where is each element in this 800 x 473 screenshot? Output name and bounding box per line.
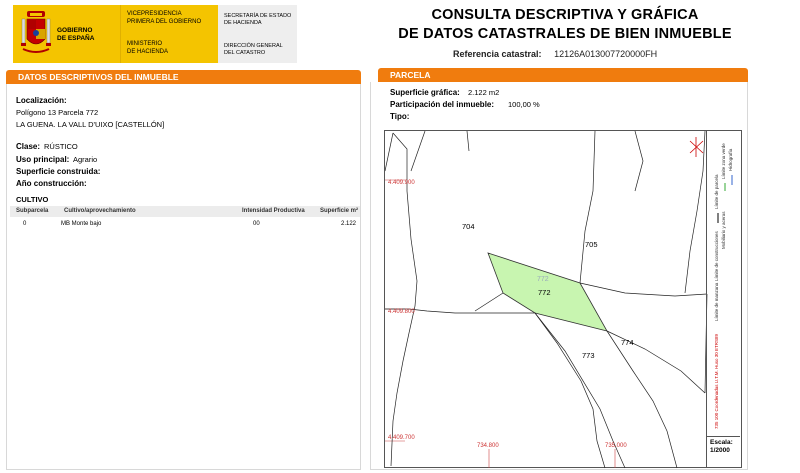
government-logo: GOBIERNO DE ESPAÑA VICEPRESIDENCIA PRIME… xyxy=(13,5,297,63)
col-cultivo: Cultivo/aprovechamiento xyxy=(64,208,136,214)
uso-principal-value: Agrario xyxy=(73,155,98,164)
table-row: 0 MB Monte bajo 00 2.122 xyxy=(10,219,360,229)
secretaria-line2: DE HACIENDA xyxy=(224,20,262,26)
datos-descriptivos-header: DATOS DESCRIPTIVOS DEL INMUEBLE xyxy=(6,70,361,84)
secretaria-line1: SECRETARÍA DE ESTADO xyxy=(224,13,292,19)
vicepresidencia-box: VICEPRESIDENCIA PRIMERA DEL GOBIERNO MIN… xyxy=(120,5,218,63)
cell-cultivo: MB Monte bajo xyxy=(61,221,102,227)
legend-drawing: Límite de parcela Límite de construccion… xyxy=(714,143,733,429)
ministerio-text: MINISTERIO DE HACIENDA xyxy=(127,41,168,56)
legend-item-2: Mobiliario y aceras xyxy=(721,211,726,249)
coord-label-y3: 4.409.700 xyxy=(388,435,415,441)
vicepresidencia-line2: PRIMERA DEL GOBIERNO xyxy=(127,18,202,25)
col-superficie: Superficie m² xyxy=(320,208,359,214)
superficie-construida-label: Superficie construida: xyxy=(16,167,101,176)
legend-item-0: Límite de parcela xyxy=(714,174,719,209)
col-intensidad: Intensidad Productiva xyxy=(242,208,305,214)
superficie-grafica-value: 2.122 m2 xyxy=(468,88,500,97)
coord-label-x2: 735.000 xyxy=(605,443,627,449)
gobierno-logo-box: GOBIERNO DE ESPAÑA xyxy=(13,5,120,63)
ministerio-line2: DE HACIENDA xyxy=(127,48,169,55)
gobierno-line1: GOBIERNO xyxy=(57,27,93,34)
cultivo-table-header: Subparcela Cultivo/aprovechamiento Inten… xyxy=(10,206,360,217)
gobierno-text: GOBIERNO DE ESPAÑA xyxy=(57,27,94,43)
parcela-header: PARCELA xyxy=(378,68,748,82)
cultivo-title: CULTIVO xyxy=(16,195,49,204)
participacion-label: Participación del inmueble: xyxy=(390,100,495,109)
header: GOBIERNO DE ESPAÑA VICEPRESIDENCIA PRIME… xyxy=(0,0,800,68)
vicepresidencia-text: VICEPRESIDENCIA PRIMERA DEL GOBIERNO xyxy=(127,11,201,26)
direccion-text: DIRECCIÓN GENERAL DEL CATASTRO xyxy=(224,43,283,57)
coat-of-arms-icon xyxy=(21,11,51,53)
cell-subparcela: 0 xyxy=(23,221,27,227)
uso-principal-label: Uso principal: xyxy=(16,155,70,164)
referencia-value: 12126A013007720000FH xyxy=(554,49,658,59)
gobierno-line2: DE ESPAÑA xyxy=(57,35,95,42)
cadastral-map[interactable]: 704 705 772 772 773 774 4.409.900 4.409.… xyxy=(384,130,742,469)
parcel-line-15 xyxy=(410,131,426,172)
col-subparcela: Subparcela xyxy=(16,208,49,214)
secretaria-text: SECRETARÍA DE ESTADO DE HACIENDA xyxy=(224,13,291,27)
cell-superficie: 2.122 xyxy=(341,221,357,227)
legend-item-1: Límite de construcciones xyxy=(714,230,719,281)
parcel-line-14 xyxy=(466,131,470,152)
page-title-line2: DE DATOS CATASTRALES DE BIEN INMUEBLE xyxy=(398,26,732,42)
clase-value: RÚSTICO xyxy=(44,142,78,151)
legend-item-5: Límite de manzana xyxy=(714,282,719,321)
tipo-label: Tipo: xyxy=(390,112,410,121)
map-drawing: 704 705 772 772 773 774 4.409.900 4.409.… xyxy=(385,131,708,469)
referencia-label: Referencia catastral: xyxy=(453,49,542,59)
parcel-line-13 xyxy=(634,131,644,192)
parcel-label-774: 774 xyxy=(621,338,634,347)
legend-item-3: Límite zona verde xyxy=(721,143,726,179)
coord-label-y1: 4.409.900 xyxy=(388,180,415,186)
parcel-label-772: 772 xyxy=(538,288,551,297)
parcel-line-2 xyxy=(385,132,394,172)
legend-item-4: Hidrografía xyxy=(728,148,733,171)
participacion-value: 100,00 % xyxy=(508,100,540,109)
anio-construccion-label: Año construcción: xyxy=(16,179,87,188)
secretaria-box: SECRETARÍA DE ESTADO DE HACIENDA DIRECCI… xyxy=(218,5,297,63)
cell-intensidad: 00 xyxy=(253,221,260,227)
localizacion-line1: Polígono 13 Parcela 772 xyxy=(16,108,99,117)
parcel-line-9 xyxy=(534,312,606,469)
parcel-label-773: 773 xyxy=(582,351,595,360)
superficie-grafica-label: Superficie gráfica: xyxy=(390,88,460,97)
coord-label-y2: 4.409.800 xyxy=(388,309,415,315)
parcel-line-8 xyxy=(474,292,504,312)
referencia-catastral: Referencia catastral: 12126A013007720000… xyxy=(453,49,657,59)
north-arrow-icon xyxy=(689,137,704,157)
parcel-label-772-ghost: 772 xyxy=(537,276,549,283)
localizacion-line2: LA GUENA. LA VALL D'UIXO [CASTELLÓN] xyxy=(16,120,165,129)
scale-box: Escala: 1/2000 xyxy=(706,436,740,467)
parcel-label-705: 705 xyxy=(585,240,598,249)
direccion-line1: DIRECCIÓN GENERAL xyxy=(224,43,283,49)
localizacion-label: Localización: xyxy=(16,96,67,105)
direccion-line2: DEL CATASTRO xyxy=(224,50,266,56)
vicepresidencia-line1: VICEPRESIDENCIA xyxy=(127,11,182,17)
page-title-line1: CONSULTA DESCRIPTIVA Y GRÁFICA xyxy=(431,7,699,23)
scale-value: 1/2000 xyxy=(710,447,730,454)
legend-note: 735 100 Coordenadas U.T.M. Huso 30 ETRS8… xyxy=(714,333,719,429)
scale-label: Escala: xyxy=(710,439,733,446)
ministerio-line1: MINISTERIO xyxy=(127,41,163,47)
parcel-line-7 xyxy=(579,131,596,284)
coord-label-x1: 734.800 xyxy=(477,443,499,449)
parcel-label-704: 704 xyxy=(462,222,475,231)
parcel-line-6 xyxy=(579,282,708,297)
clase-label: Clase: xyxy=(16,142,41,151)
map-legend: Límite de parcela Límite de construccion… xyxy=(706,131,740,436)
parcel-line-11 xyxy=(684,131,706,294)
